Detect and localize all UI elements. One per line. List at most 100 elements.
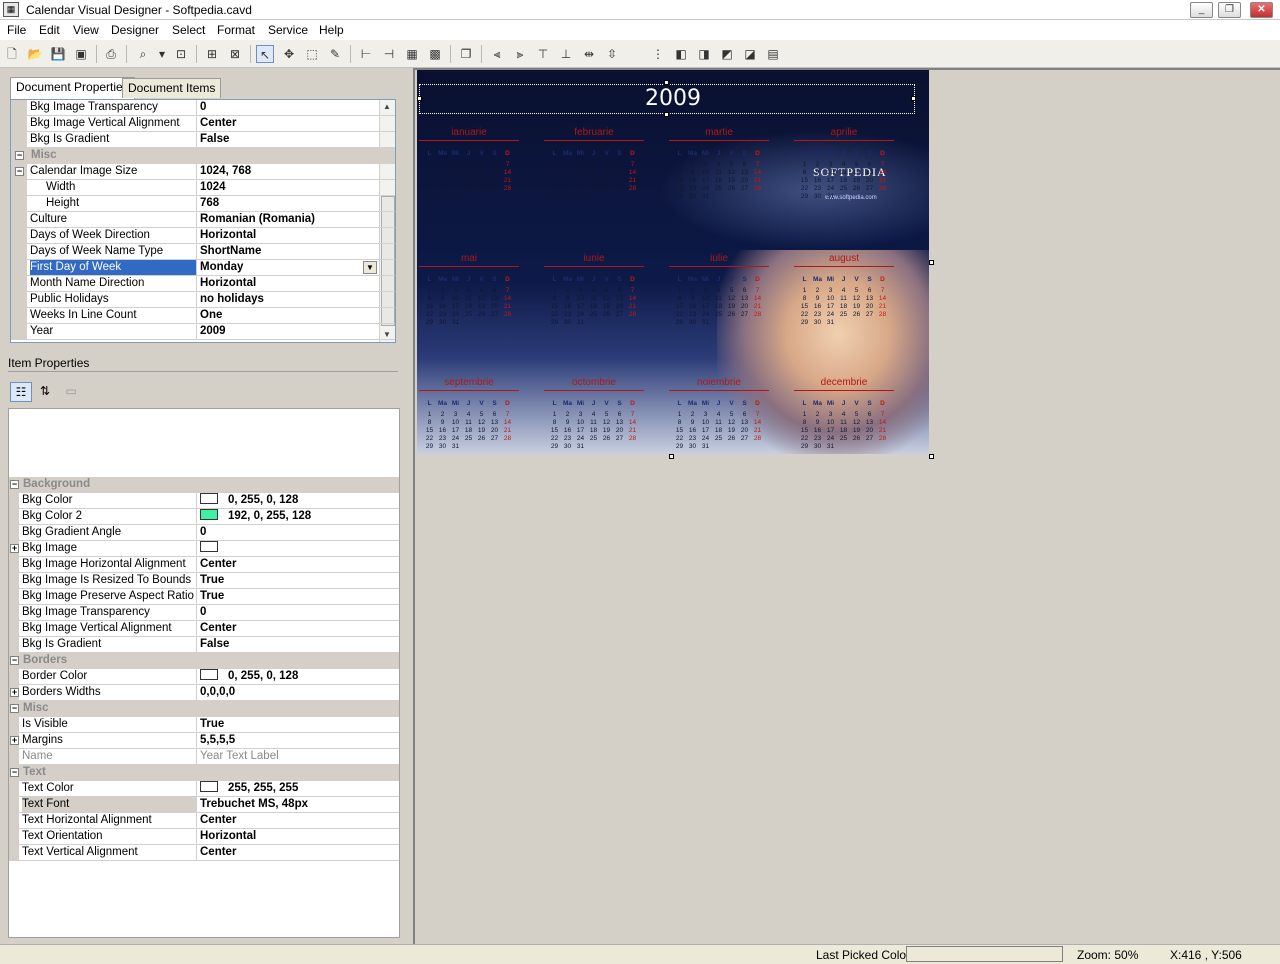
property-value[interactable]: 5,5,5,5 bbox=[196, 733, 396, 748]
expand-icon[interactable]: + bbox=[10, 736, 19, 745]
group-icon[interactable]: ❐ bbox=[457, 45, 475, 63]
property-value[interactable]: False bbox=[196, 132, 395, 147]
collapse-icon[interactable]: − bbox=[15, 151, 24, 160]
property-row[interactable]: Bkg Is Gradient False bbox=[11, 132, 395, 148]
property-row[interactable]: Public Holidays no holidays bbox=[11, 292, 395, 308]
property-value[interactable]: 0, 255, 0, 128 bbox=[196, 493, 396, 508]
menu-view[interactable]: View bbox=[73, 23, 99, 37]
month-block[interactable]: decembrie L Ma Mi J V S D 1 2 3 4 5 6 7 8 9 10 11 12 13 14 15 1… bbox=[794, 376, 894, 454]
month-block[interactable]: iulie L Ma Mi J V S D 1 2 3 4 5 6 7 8 9 10 11 12 13 14 15 16 17 1… bbox=[669, 252, 769, 352]
rect-select-icon[interactable]: ⬚ bbox=[303, 45, 321, 63]
property-row[interactable]: Text Font Trebuchet MS, 48px bbox=[9, 797, 399, 813]
property-value[interactable]: 2009 bbox=[196, 324, 395, 339]
expand-icon[interactable]: + bbox=[10, 688, 19, 697]
print-icon[interactable]: ⎙ bbox=[102, 45, 120, 63]
save-all-icon[interactable]: ▣ bbox=[72, 45, 90, 63]
alphabetical-sort-icon[interactable]: ⇅ bbox=[34, 382, 56, 402]
property-category[interactable]: − Borders bbox=[9, 653, 399, 669]
property-value[interactable]: Center bbox=[196, 813, 396, 828]
center-horizontal-icon[interactable]: ⇹ bbox=[580, 45, 598, 63]
center-vertical-icon[interactable]: ⇳ bbox=[603, 45, 621, 63]
bring-forward-icon[interactable]: ◩ bbox=[718, 45, 736, 63]
align-lefts-icon[interactable]: ⫷ bbox=[488, 45, 506, 63]
property-row[interactable]: Text Horizontal Alignment Center bbox=[9, 813, 399, 829]
add-item-icon[interactable]: ⊞ bbox=[203, 45, 221, 63]
resize-handle[interactable] bbox=[417, 96, 422, 101]
property-row[interactable]: + Bkg Image bbox=[9, 541, 399, 557]
property-row[interactable]: Culture Romanian (Romania) bbox=[11, 212, 395, 228]
property-value[interactable]: 192, 0, 255, 128 bbox=[196, 509, 396, 524]
property-row[interactable]: Bkg Image Vertical Alignment Center bbox=[11, 116, 395, 132]
calendar-preview[interactable]: SOFTPEDIA www.softpedia.com 2009 ianuari… bbox=[417, 70, 929, 454]
resize-handle[interactable] bbox=[664, 80, 669, 85]
resize-handle[interactable] bbox=[664, 112, 669, 117]
dropdown-arrow-icon[interactable]: ▼ bbox=[363, 261, 377, 274]
property-row[interactable]: Bkg Image Vertical Alignment Center bbox=[9, 621, 399, 637]
property-row[interactable]: Name Year Text Label bbox=[9, 749, 399, 765]
property-value[interactable]: 0 bbox=[196, 605, 396, 620]
property-row[interactable]: Bkg Image Preserve Aspect Ratio True bbox=[9, 589, 399, 605]
property-value[interactable]: 255, 255, 255 bbox=[196, 781, 396, 796]
menu-service[interactable]: Service bbox=[268, 23, 308, 37]
collapse-icon[interactable]: − bbox=[10, 656, 19, 665]
property-value[interactable]: Center bbox=[196, 845, 396, 860]
month-block[interactable]: august L Ma Mi J V S D 1 2 3 4 5 6 7 8 9 10 11 12 13 14 15 16 17… bbox=[794, 252, 894, 352]
property-value[interactable]: 768 bbox=[196, 196, 395, 211]
expand-icon[interactable]: + bbox=[10, 544, 19, 553]
collapse-icon[interactable]: − bbox=[10, 480, 19, 489]
align-tops-icon[interactable]: ⊤ bbox=[534, 45, 552, 63]
property-row[interactable]: Width 1024 bbox=[11, 180, 395, 196]
property-row[interactable]: Year 2009 bbox=[11, 324, 395, 340]
maximize-button[interactable]: ❐ bbox=[1218, 2, 1241, 18]
menu-designer[interactable]: Designer bbox=[111, 23, 159, 37]
tab-document-properties[interactable]: Document Properties bbox=[10, 77, 135, 99]
month-block[interactable]: aprilie L Ma Mi J V S D 1 2 3 4 5 6 7 8 9 10 11 12 13 14 15 16 1… bbox=[794, 126, 894, 226]
property-row[interactable]: Text Orientation Horizontal bbox=[9, 829, 399, 845]
send-backward-icon[interactable]: ◪ bbox=[741, 45, 759, 63]
menu-format[interactable]: Format bbox=[217, 23, 255, 37]
menu-file[interactable]: File bbox=[7, 23, 26, 37]
property-value[interactable]: True bbox=[196, 573, 396, 588]
categorized-view-icon[interactable]: ☷ bbox=[10, 382, 32, 402]
zoom-dropdown-icon[interactable]: ▾ bbox=[153, 45, 171, 63]
tab-document-items[interactable]: Document Items bbox=[122, 78, 222, 98]
property-value[interactable]: 1024, 768 bbox=[196, 164, 395, 179]
property-value[interactable] bbox=[196, 541, 396, 556]
property-value[interactable]: 0,0,0,0 bbox=[196, 685, 396, 700]
collapse-icon[interactable]: − bbox=[10, 768, 19, 777]
align-bottoms-icon[interactable]: ⊥ bbox=[557, 45, 575, 63]
resize-handle[interactable] bbox=[911, 96, 916, 101]
property-value[interactable]: True bbox=[196, 717, 396, 732]
property-value[interactable]: Horizontal bbox=[196, 228, 395, 243]
month-block[interactable]: februarie L Ma Mi J V S D 1 2 3 4 5 6 7 8 9 10 11 12 13 14 15 1… bbox=[544, 126, 644, 226]
collapse-icon[interactable]: − bbox=[15, 167, 24, 176]
design-canvas[interactable]: SOFTPEDIA www.softpedia.com 2009 ianuari… bbox=[413, 68, 1280, 944]
menu-help[interactable]: Help bbox=[319, 23, 344, 37]
save-icon[interactable]: 💾 bbox=[49, 45, 67, 63]
property-row[interactable]: Text Vertical Alignment Center bbox=[9, 845, 399, 861]
property-row[interactable]: Bkg Image Is Resized To Bounds True bbox=[9, 573, 399, 589]
property-row[interactable]: Bkg Image Transparency 0 bbox=[11, 100, 395, 116]
property-value[interactable]: Center bbox=[196, 557, 396, 572]
align-rights-icon[interactable]: ⫸ bbox=[511, 45, 529, 63]
property-value[interactable]: One bbox=[196, 308, 395, 323]
property-category[interactable]: − Background bbox=[9, 477, 399, 493]
send-back-icon[interactable]: ◨ bbox=[695, 45, 713, 63]
property-row[interactable]: + Margins 5,5,5,5 bbox=[9, 733, 399, 749]
property-value[interactable]: Center bbox=[196, 621, 396, 636]
property-value[interactable]: no holidays bbox=[196, 292, 395, 307]
property-value[interactable]: 0 bbox=[196, 525, 396, 540]
property-row[interactable]: Bkg Color 0, 255, 0, 128 bbox=[9, 493, 399, 509]
property-row[interactable]: First Day of Week Monday ▼ bbox=[11, 260, 395, 276]
month-block[interactable]: mai L Ma Mi J V S D 1 2 3 4 5 6 7 8 9 10 11 12 13 14 15 16 17 18 1… bbox=[419, 252, 519, 352]
property-row[interactable]: Bkg Gradient Angle 0 bbox=[9, 525, 399, 541]
move-tool-icon[interactable]: ✥ bbox=[280, 45, 298, 63]
property-row[interactable]: Height 768 bbox=[11, 196, 395, 212]
month-block[interactable]: septembrie L Ma Mi J V S D 1 2 3 4 5 6 7 8 9 10 11 12 13 14 15… bbox=[419, 376, 519, 454]
property-category[interactable]: − Misc bbox=[11, 148, 395, 164]
align-left-icon[interactable]: ⊢ bbox=[357, 45, 375, 63]
property-row[interactable]: Month Name Direction Horizontal bbox=[11, 276, 395, 292]
property-row[interactable]: Bkg Image Transparency 0 bbox=[9, 605, 399, 621]
property-row[interactable]: Bkg Color 2 192, 0, 255, 128 bbox=[9, 509, 399, 525]
property-value[interactable]: Horizontal bbox=[196, 276, 395, 291]
